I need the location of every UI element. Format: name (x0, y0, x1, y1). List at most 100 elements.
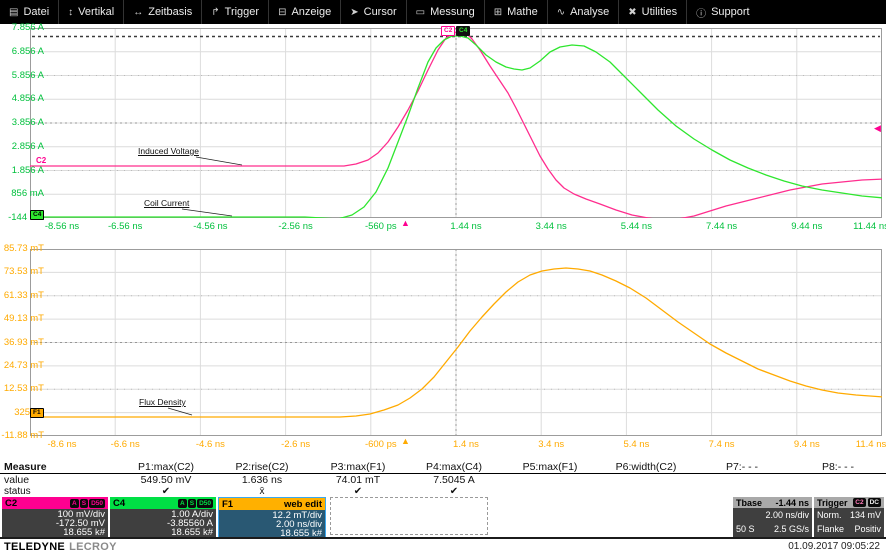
measure-values-p3: 74.01 mT (335, 474, 381, 486)
trigger-edge-value: Positiv (854, 523, 881, 534)
descriptor-header: F1 web edit (219, 498, 325, 510)
measure-header-p5[interactable]: P5:max(F1) (502, 461, 598, 473)
trigger-time-marker: ▲ (401, 436, 410, 446)
channel-title: C4 (113, 497, 126, 509)
trigger-level: 134 mV (849, 510, 881, 521)
x-axis-label: 1.44 ns (450, 221, 482, 232)
x-axis-label: 5.4 ns (623, 439, 650, 450)
trigger-icon: ↱ (211, 6, 220, 18)
menu-item-label: Support (711, 6, 750, 18)
brand-teledyne: TELEDYNE (4, 540, 66, 553)
timebase-per-div: 2.00 ns/div (765, 510, 809, 521)
empty-descriptor-slot[interactable] (330, 497, 488, 535)
descriptor-c4[interactable]: C4 A S D50 1.00 A/div -3.85560 A 18.655 k# (110, 497, 216, 537)
measure-header-p3[interactable]: P3:max(F1) (310, 461, 406, 473)
x-axis-label: -2.56 ns (278, 221, 313, 232)
channel-badges: A S D50 (70, 498, 105, 508)
menu-item-label: Analyse (570, 6, 610, 18)
x-axis-label: 1.4 ns (453, 439, 479, 450)
measure-values-p1: 549.50 mV (140, 474, 192, 486)
measure-header-p6[interactable]: P6:width(C2) (598, 461, 694, 473)
plot-top-svg[interactable] (30, 28, 882, 218)
menu-item-trigger[interactable]: ↱ Trigger (201, 0, 268, 24)
measure-header-p1[interactable]: P1:max(C2) (118, 461, 214, 473)
descriptor-c2[interactable]: C2 A S D50 100 mV/div -172.50 mV 18.655 k# (2, 497, 108, 537)
file-icon: ▤ (9, 6, 19, 18)
descriptor-f1[interactable]: F1 web edit 12.2 mT/div 2.00 ns/div 18.655 k… (218, 497, 326, 538)
timebase-samples: 50 S (736, 523, 755, 534)
descriptor-header: C4 A S D50 (110, 497, 216, 509)
x-axis-label: 9.44 ns (791, 221, 823, 232)
menu-item-messung[interactable]: ▭ Messung (405, 0, 484, 24)
x-axis-label: 11.4 ns (855, 439, 886, 450)
descriptor-body: 100 mV/div -172.50 mV 18.655 k# (2, 509, 108, 537)
menu-item-analyse[interactable]: ∿ Analyse (546, 0, 619, 24)
badge-a: A (70, 498, 79, 508)
menu-item-support[interactable]: ⓘ Support (686, 0, 759, 24)
badge-d50: D50 (89, 498, 105, 508)
x-axis-label: -6.6 ns (110, 439, 140, 450)
menu-item-cursor[interactable]: ➤ Cursor (340, 0, 405, 24)
trigger-time-marker: ▲ (401, 218, 410, 228)
timebase-title: Tbase (736, 497, 763, 508)
badge-a: A (178, 498, 187, 508)
menu-item-datei[interactable]: ▤ Datei (0, 0, 58, 24)
x-axis-label: 7.44 ns (706, 221, 738, 232)
measure-values-p8 (790, 474, 886, 486)
clock-timestamp: 01.09.2017 09:05:22 (788, 541, 880, 552)
x-axis-label: -8.6 ns (47, 439, 77, 450)
plot-bottom-svg[interactable] (30, 249, 882, 436)
measure-header-p4[interactable]: P4:max(C4) (406, 461, 502, 473)
menu-item-label: Messung (430, 6, 475, 18)
descriptor-body: 12.2 mT/div 2.00 ns/div 18.655 k# (219, 510, 325, 538)
badge-d50: D50 (197, 498, 213, 508)
measure-header-p8[interactable]: P8:- - - (790, 461, 886, 473)
oscilloscope-app: ▤ Datei ↕ Vertikal ↔ Zeitbasis ↱ Trigger ⊟ Anzeig… (0, 0, 886, 554)
x-axis-label: 9.4 ns (793, 439, 820, 450)
trigger-edge-label: Flanke (817, 523, 845, 534)
x-axis-label: 5.44 ns (620, 221, 652, 232)
x-axis-label: -6.56 ns (108, 221, 143, 232)
utilities-icon: ✖ (628, 6, 637, 18)
x-axis-label: -2.6 ns (281, 439, 311, 450)
header-right-label: web edit (283, 498, 322, 510)
menu-item-label: Cursor (363, 6, 397, 18)
x-axis-label: 3.4 ns (538, 439, 565, 450)
x-axis-label: 3.44 ns (535, 221, 567, 232)
trigger-title: Trigger (817, 497, 848, 508)
menu-item-label: Mathe (507, 6, 538, 18)
x-axis-label: 7.4 ns (708, 439, 735, 450)
display-icon: ⊟ (278, 6, 287, 18)
measure-status-p6 (598, 486, 694, 498)
timebase-box[interactable]: Tbase -1.44 ns 2.00 ns/div 50 S 2.5 GS/s (733, 497, 812, 537)
measure-values: value 549.50 mV 1.636 ns 74.01 mT 7.5045 A (0, 474, 886, 486)
vertical-icon: ↕ (68, 6, 74, 18)
support-icon: ⓘ (696, 8, 707, 20)
measure-header-label: Measure (4, 461, 47, 473)
measure-values-p2: 1.636 ns (241, 474, 283, 486)
menu-item-label: Utilities (641, 6, 678, 18)
measure-header: Measure P1:max(C2) P2:rise(C2) P3:max(F1) P4… (0, 461, 886, 474)
channel-title: C2 (5, 497, 18, 509)
trigger-source-badge: C2 (853, 498, 866, 507)
trigger-mode: Norm. (817, 510, 842, 521)
menu-item-label: Zeitbasis (148, 6, 193, 18)
trigger-coupling-badge: DC (867, 498, 881, 507)
timebase-delay: -1.44 ns (775, 497, 809, 508)
math-icon: ⊞ (493, 6, 503, 18)
measure-icon: ▭ (415, 6, 426, 18)
badge-s: S (79, 498, 89, 508)
measure-header-p7[interactable]: P7:- - - (694, 461, 790, 473)
menu-item-mathe[interactable]: ⊞ Mathe (483, 0, 547, 24)
measure-values-p5 (502, 474, 598, 486)
menu-item-anzeige[interactable]: ⊟ Anzeige (268, 0, 340, 24)
analysis-icon: ∿ (556, 6, 566, 18)
measure-header-p2[interactable]: P2:rise(C2) (214, 461, 310, 473)
trigger-box[interactable]: Trigger C2 DC Norm. 134 mV Flanke Positi… (814, 497, 884, 537)
measure-values-p6 (598, 474, 694, 486)
menu-item-label: Anzeige (291, 6, 332, 18)
menu-item-vertikal[interactable]: ↕ Vertikal (58, 0, 123, 24)
menu-item-zeitbasis[interactable]: ↔ Zeitbasis (123, 0, 201, 24)
menu-item-utilities[interactable]: ✖ Utilities (618, 0, 686, 24)
descriptor-body: 1.00 A/div -3.85560 A 18.655 k# (110, 509, 216, 537)
